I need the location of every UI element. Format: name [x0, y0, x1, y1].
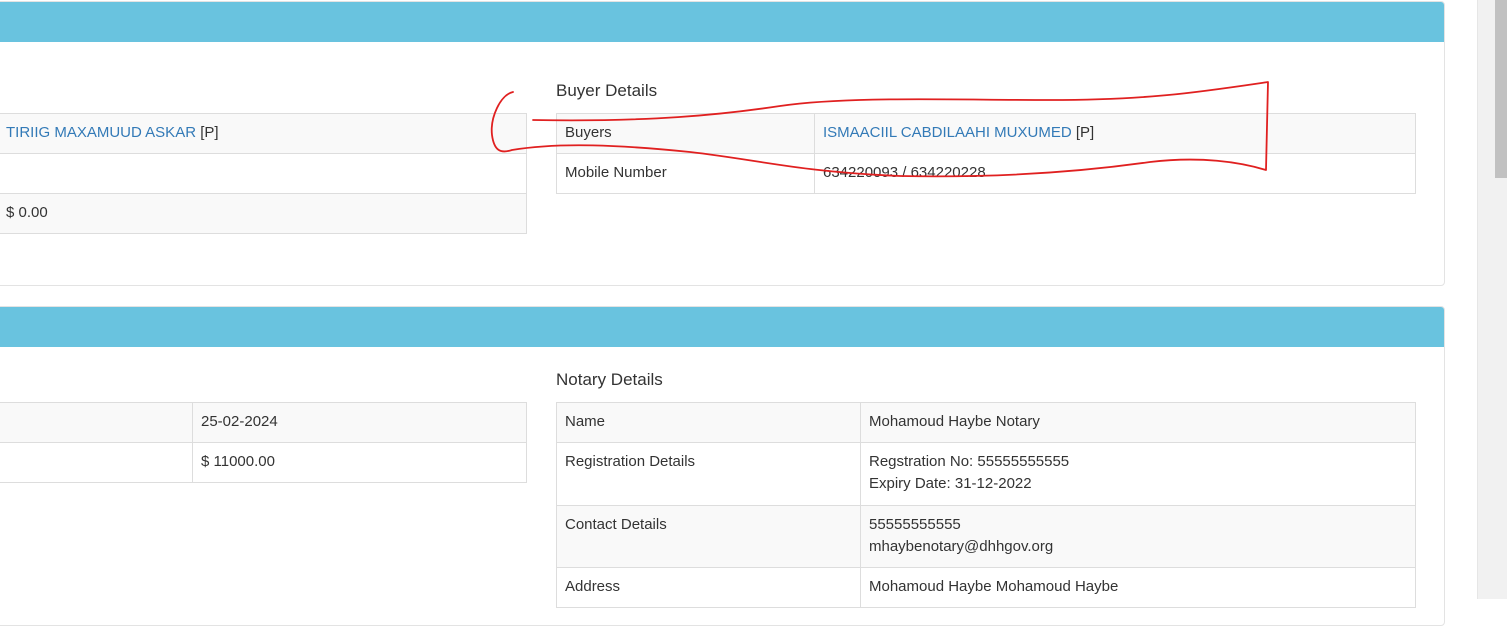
transaction-amount-value: $ 11000.00	[192, 442, 527, 483]
table-row: Contact Details 55555555555 mhaybenotary…	[556, 505, 1416, 568]
mobile-number-label: Mobile Number	[556, 153, 815, 194]
registration-details-label: Registration Details	[556, 442, 861, 506]
seller-details-table: TIRIIG MAXAMUUD ASKAR [P] $ 0.00	[0, 113, 527, 234]
contact-details-label: Contact Details	[556, 505, 861, 568]
page-scrollbar[interactable]	[1477, 0, 1507, 599]
buyers-label: Buyers	[556, 113, 815, 154]
contact-email: mhaybenotary@dhhgov.org	[869, 538, 1054, 555]
notary-name-label: Name	[556, 402, 861, 443]
panel-header	[0, 2, 1444, 42]
registration-number: Regstration No: 55555555555	[869, 453, 1070, 470]
transaction-date-label	[0, 402, 193, 443]
notary-name-value: Mohamoud Haybe Notary	[860, 402, 1416, 443]
address-value: Mohamoud Haybe Mohamoud Haybe	[860, 567, 1416, 608]
transaction-date-value: 25-02-2024	[192, 402, 527, 443]
seller-name-cell: TIRIIG MAXAMUUD ASKAR [P]	[0, 113, 527, 154]
table-row: Registration Details Regstration No: 555…	[556, 442, 1416, 506]
seller-detail-cell	[0, 153, 527, 194]
table-row: $ 0.00	[0, 193, 527, 234]
table-row: TIRIIG MAXAMUUD ASKAR [P]	[0, 113, 527, 154]
table-row: Mobile Number 634220093 / 634220228	[556, 153, 1416, 194]
buyer-details-title: Buyer Details	[556, 81, 658, 100]
panel-header	[0, 307, 1444, 347]
table-row: 25-02-2024	[0, 402, 527, 443]
transaction-amount-label	[0, 442, 193, 483]
address-label: Address	[556, 567, 861, 608]
buyer-type-badge: [P]	[1075, 124, 1095, 141]
registration-details-value: Regstration No: 55555555555 Expiry Date:…	[860, 442, 1416, 506]
contact-phone: 55555555555	[869, 516, 961, 533]
seller-amount-cell: $ 0.00	[0, 193, 527, 234]
registration-expiry: Expiry Date: 31-12-2022	[869, 475, 1032, 492]
buyers-value: ISMAACIIL CABDILAAHI MUXUMED [P]	[814, 113, 1416, 154]
notary-details-table: Name Mohamoud Haybe Notary Registration …	[556, 402, 1416, 608]
buyer-details-table: Buyers ISMAACIIL CABDILAAHI MUXUMED [P] …	[556, 113, 1416, 194]
transaction-details-table: 25-02-2024 $ 11000.00	[0, 402, 527, 483]
table-row: Address Mohamoud Haybe Mohamoud Haybe	[556, 567, 1416, 608]
buyer-name-link[interactable]: ISMAACIIL CABDILAAHI MUXUMED	[823, 124, 1072, 141]
table-row: $ 11000.00	[0, 442, 527, 483]
notary-name-text: Mohamoud Haybe Notary	[869, 413, 1040, 430]
seller-type-badge: [P]	[200, 124, 219, 141]
mobile-number-value: 634220093 / 634220228	[814, 153, 1416, 194]
scrollbar-thumb[interactable]	[1495, 0, 1507, 178]
contact-details-value: 55555555555 mhaybenotary@dhhgov.org	[860, 505, 1416, 568]
table-row: Name Mohamoud Haybe Notary	[556, 402, 1416, 443]
seller-name-link[interactable]: TIRIIG MAXAMUUD ASKAR	[6, 124, 196, 141]
table-row	[0, 153, 527, 194]
notary-details-title: Notary Details	[556, 370, 663, 389]
table-row: Buyers ISMAACIIL CABDILAAHI MUXUMED [P]	[556, 113, 1416, 154]
